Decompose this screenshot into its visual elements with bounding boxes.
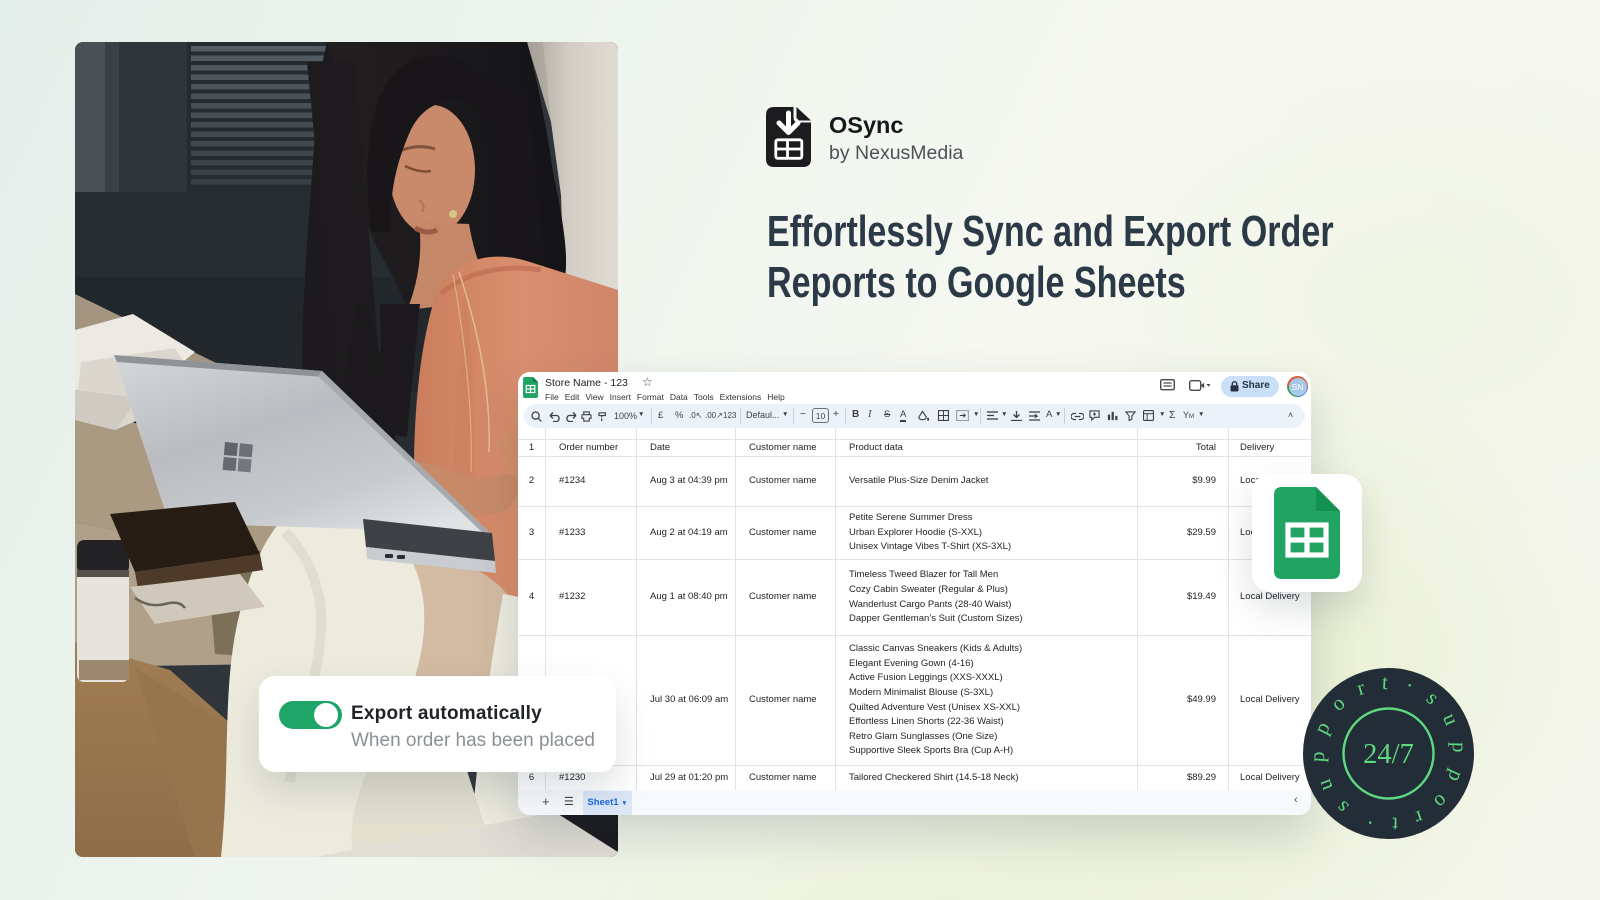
- svg-text:24/7: 24/7: [1363, 739, 1414, 770]
